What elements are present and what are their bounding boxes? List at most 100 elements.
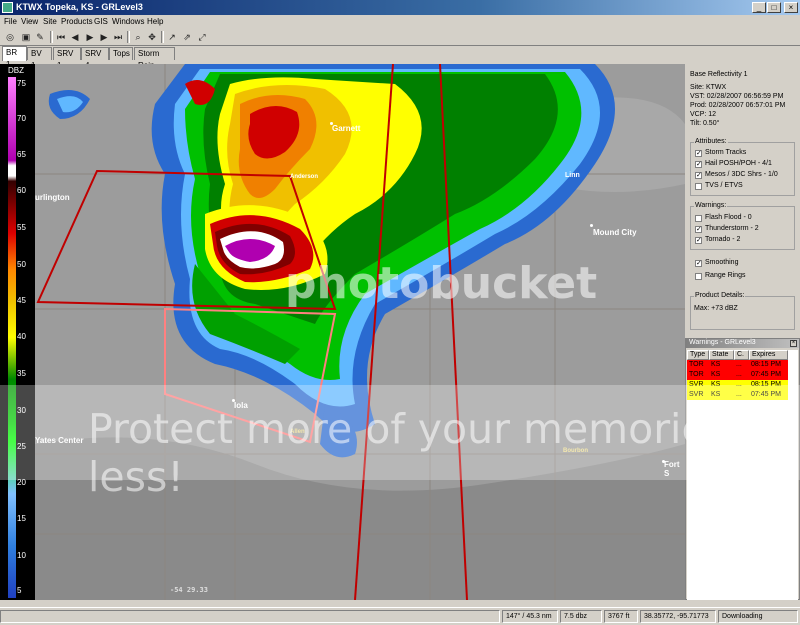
dist-icon[interactable]: ⤢ (196, 31, 208, 43)
tab-br1[interactable]: BR 1 (2, 46, 27, 69)
col-expires[interactable]: Expires (749, 350, 788, 360)
tvs-checkbox[interactable] (695, 183, 702, 190)
warning-type: TOR (689, 371, 704, 378)
radar-image (35, 64, 685, 600)
tab-srv4[interactable]: SRV 4 (81, 47, 109, 70)
storm-tracks-label: Storm Tracks (705, 149, 747, 156)
copy-icon[interactable]: ▣ (20, 31, 32, 43)
next-frame-icon[interactable]: ▶ (98, 31, 110, 43)
pan-icon[interactable]: ✥ (146, 31, 158, 43)
close-icon[interactable]: × (790, 340, 797, 347)
legend-label: 65 (17, 150, 26, 159)
menu-site[interactable]: Site (43, 17, 57, 26)
thunderstorm-checkbox[interactable]: ✓ (695, 226, 702, 233)
measure-icon[interactable]: ↗ (166, 31, 178, 43)
radar-map[interactable]: Garnett Anderson Linn Mound City urlingt… (35, 64, 685, 600)
product-tilt: Tilt: 0.50° (690, 120, 720, 127)
legend-label: 45 (17, 296, 26, 305)
col-state[interactable]: State (709, 350, 734, 360)
product-vst: VST: 02/28/2007 06:56:59 PM (690, 93, 784, 100)
tab-bv1[interactable]: BV 1 (27, 47, 52, 70)
status-state: Downloading (718, 610, 798, 623)
play-icon[interactable]: ▶ (84, 31, 96, 43)
city-marker (590, 224, 593, 227)
track-icon[interactable]: ⇗ (181, 31, 193, 43)
menu-gis[interactable]: GIS (94, 17, 108, 26)
attributes-group: Attributes: ✓ Storm Tracks ✓ Hail POSH/P… (690, 138, 795, 196)
toolbar-separator (161, 31, 164, 43)
product-site: Site: KTWX (690, 84, 727, 91)
legend-label: 40 (17, 332, 26, 341)
status-latlon: 38.35772, -95.71773 (640, 610, 716, 623)
col-c[interactable]: C. (734, 350, 749, 360)
coord-readout: -54 29.33 (170, 586, 208, 594)
hail-checkbox[interactable]: ✓ (695, 161, 702, 168)
product-tabs: BR 1 BV 1 SRV 1 SRV 4 Tops Storm Rain (0, 46, 800, 70)
flash-flood-label: Flash Flood - 0 (705, 214, 752, 221)
smoothing-checkbox[interactable]: ✓ (695, 260, 702, 267)
watermark-logo: photobucket (285, 258, 598, 309)
legend-color-strip (8, 77, 16, 598)
minimize-button[interactable]: _ (752, 2, 766, 13)
menu-file[interactable]: File (4, 17, 17, 26)
product-info-panel: Base Reflectivity 1 Site: KTWX VST: 02/2… (685, 64, 800, 338)
zoom-icon[interactable]: ⌕ (132, 31, 144, 43)
tornado-label: Tornado - 2 (705, 236, 741, 243)
legend-label: 55 (17, 223, 26, 232)
legend-label: 70 (17, 114, 26, 123)
legend-label: 10 (17, 551, 26, 560)
status-bar: 147° / 45.3 nm 7.5 dbz 3767 ft 38.35772,… (0, 607, 800, 625)
tornado-checkbox[interactable]: ✓ (695, 237, 702, 244)
toolbar-separator (127, 31, 130, 43)
legend-label: 60 (17, 186, 26, 195)
product-title: Base Reflectivity 1 (690, 71, 748, 78)
tab-srv1[interactable]: SRV 1 (53, 47, 81, 70)
toolbar: ◎ ▣ ✎ ⏮ ◀ ▶ ▶ ⏭ ⌕ ✥ ↗ ⇗ ⤢ (0, 29, 800, 46)
city-label-linn: Linn (565, 172, 580, 179)
prev-frame-icon[interactable]: ◀ (69, 31, 81, 43)
dbz-color-legend: DBZ 75 70 65 60 55 50 45 40 35 30 25 20 … (0, 64, 35, 600)
legend-label: 5 (17, 586, 22, 595)
status-message (0, 610, 500, 623)
status-azimuth-range: 147° / 45.3 nm (502, 610, 558, 623)
hail-label: Hail POSH/POH - 4/1 (705, 160, 772, 167)
warning-c: ... (736, 371, 742, 378)
warning-row[interactable]: TOR KS... 08:15 PM (687, 360, 788, 370)
menu-view[interactable]: View (21, 17, 38, 26)
last-frame-icon[interactable]: ⏭ (112, 31, 124, 43)
maximize-button[interactable]: □ (767, 2, 781, 13)
tab-tops[interactable]: Tops (109, 47, 133, 60)
legend-label: 35 (17, 369, 26, 378)
warning-type: TOR (689, 361, 704, 368)
refresh-icon[interactable]: ◎ (4, 31, 16, 43)
status-dbz: 7.5 dbz (560, 610, 602, 623)
mesos-checkbox[interactable]: ✓ (695, 172, 702, 179)
first-frame-icon[interactable]: ⏮ (55, 31, 67, 43)
warning-expires: 08:15 PM (751, 361, 781, 368)
close-button[interactable]: × (784, 2, 798, 13)
thunderstorm-label: Thunderstorm - 2 (705, 225, 759, 232)
product-max-value: Max: +73 dBZ (694, 305, 738, 312)
menu-products[interactable]: Products (61, 17, 93, 26)
settings-icon[interactable]: ✎ (34, 31, 46, 43)
app-icon (2, 2, 13, 13)
flash-flood-checkbox[interactable] (695, 215, 702, 222)
watermark-text: Protect more of your memories for less! (88, 405, 798, 501)
attributes-title: Attributes: (694, 138, 728, 145)
warning-state: KS (711, 361, 721, 368)
menu-windows[interactable]: Windows (112, 17, 144, 26)
col-type[interactable]: Type (687, 350, 709, 360)
menu-help[interactable]: Help (147, 17, 163, 26)
warnings-group: Warnings: Flash Flood - 0 ✓ Thunderstorm… (690, 202, 795, 250)
legend-label: 15 (17, 514, 26, 523)
smoothing-label: Smoothing (705, 259, 739, 266)
storm-tracks-checkbox[interactable]: ✓ (695, 150, 702, 157)
city-label-garnett: Garnett (332, 124, 361, 133)
range-rings-checkbox[interactable] (695, 273, 702, 280)
status-height: 3767 ft (604, 610, 638, 623)
warning-row[interactable]: TOR KS... 07:45 PM (687, 370, 788, 380)
product-details-group: Product Details: Max: +73 dBZ (690, 292, 795, 330)
tab-storm-rain[interactable]: Storm Rain (134, 47, 175, 70)
toolbar-separator (50, 31, 53, 43)
city-label-anderson: Anderson (290, 174, 319, 180)
